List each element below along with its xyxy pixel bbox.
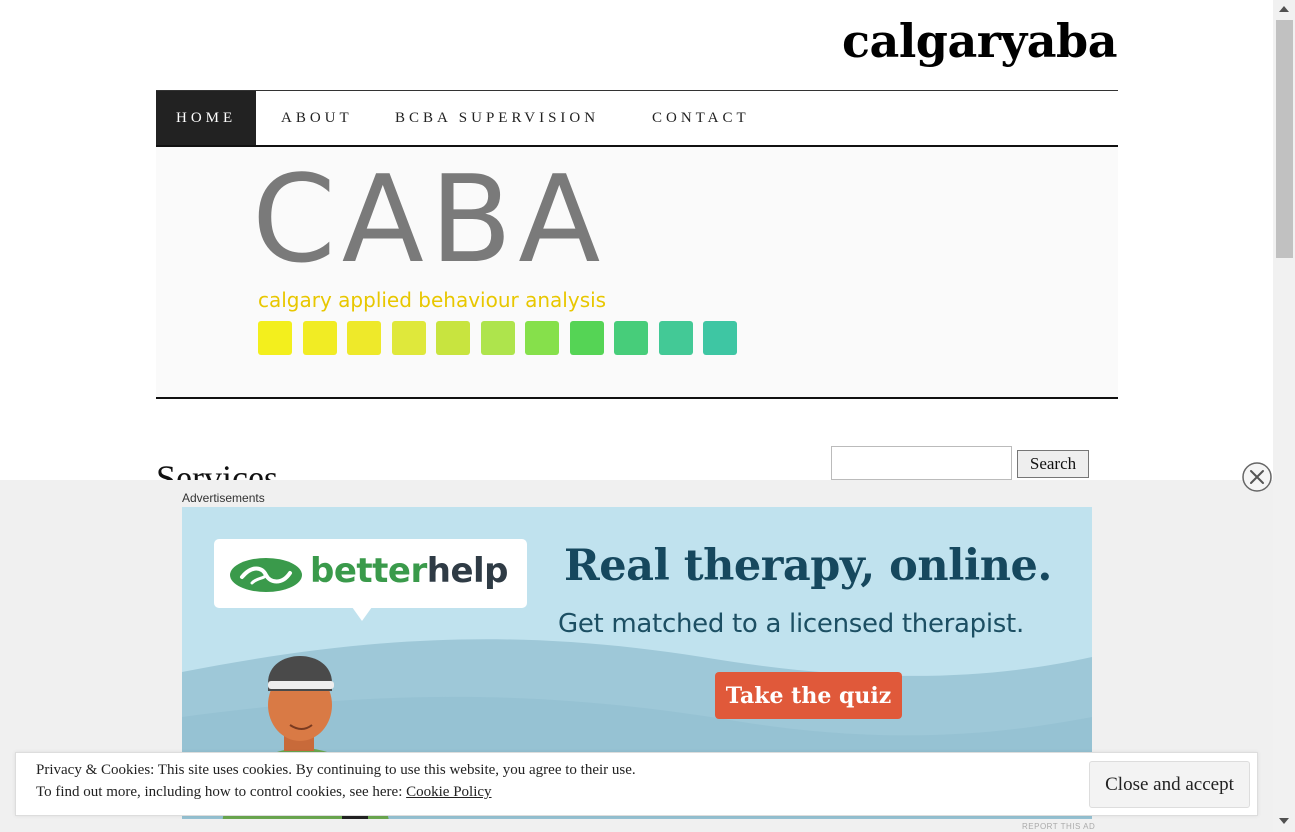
scroll-thumb[interactable] bbox=[1276, 20, 1293, 258]
brand-part-help: help bbox=[426, 551, 509, 591]
main-nav: HOME ABOUT BCBA SUPERVISION CONTACT bbox=[156, 90, 1118, 147]
search-button[interactable]: Search bbox=[1017, 450, 1089, 478]
caba-logo-text: CABA bbox=[252, 151, 607, 290]
cookie-policy-link[interactable]: Cookie Policy bbox=[406, 784, 491, 800]
color-square bbox=[525, 321, 559, 355]
close-circle-icon[interactable] bbox=[1241, 461, 1273, 493]
report-ad-link[interactable]: REPORT THIS AD bbox=[1022, 822, 1095, 831]
search-input[interactable] bbox=[831, 446, 1012, 480]
color-square bbox=[436, 321, 470, 355]
bubble-tail bbox=[352, 607, 372, 621]
nav-item-about[interactable]: ABOUT bbox=[281, 91, 353, 145]
ad-subline: Get matched to a licensed therapist. bbox=[558, 609, 1024, 639]
color-square bbox=[347, 321, 381, 355]
nav-item-contact[interactable]: CONTACT bbox=[652, 91, 750, 145]
ad-label: Advertisements bbox=[182, 491, 265, 505]
nav-item-home[interactable]: HOME bbox=[156, 91, 257, 145]
color-square bbox=[569, 321, 604, 355]
vertical-scrollbar[interactable] bbox=[1273, 0, 1295, 832]
betterhelp-brand: betterhelp bbox=[310, 551, 509, 591]
brand-part-better: better bbox=[310, 551, 427, 591]
cookie-banner: Privacy & Cookies: This site uses cookie… bbox=[15, 752, 1258, 816]
caba-logo-subtitle: calgary applied behaviour analysis bbox=[258, 288, 607, 312]
cookie-notice-more: To find out more, including how to contr… bbox=[36, 784, 492, 801]
nav-item-bcba-supervision[interactable]: BCBA SUPERVISION bbox=[395, 91, 599, 145]
cookie-more-text: To find out more, including how to contr… bbox=[36, 784, 403, 800]
color-square bbox=[258, 321, 292, 355]
color-square bbox=[480, 321, 515, 355]
betterhelp-logo-icon bbox=[230, 558, 302, 592]
take-quiz-button[interactable]: Take the quiz bbox=[715, 672, 902, 719]
color-square bbox=[614, 321, 648, 355]
color-square bbox=[703, 321, 737, 355]
cookie-notice-text: Privacy & Cookies: This site uses cookie… bbox=[36, 762, 636, 778]
color-square bbox=[302, 321, 337, 355]
site-title[interactable]: calgaryaba bbox=[842, 14, 1118, 68]
color-square bbox=[391, 321, 426, 355]
header-banner[interactable]: CABA calgary applied behaviour analysis bbox=[156, 147, 1118, 399]
color-square bbox=[658, 321, 693, 355]
close-and-accept-button[interactable]: Close and accept bbox=[1089, 761, 1250, 808]
betterhelp-speech-bubble: betterhelp bbox=[214, 539, 527, 608]
scroll-up-arrow-icon[interactable] bbox=[1279, 6, 1289, 12]
page: calgaryaba HOME ABOUT BCBA SUPERVISION C… bbox=[0, 0, 1273, 832]
ad-headline: Real therapy, online. bbox=[564, 541, 1052, 591]
scroll-down-arrow-icon[interactable] bbox=[1279, 818, 1289, 824]
